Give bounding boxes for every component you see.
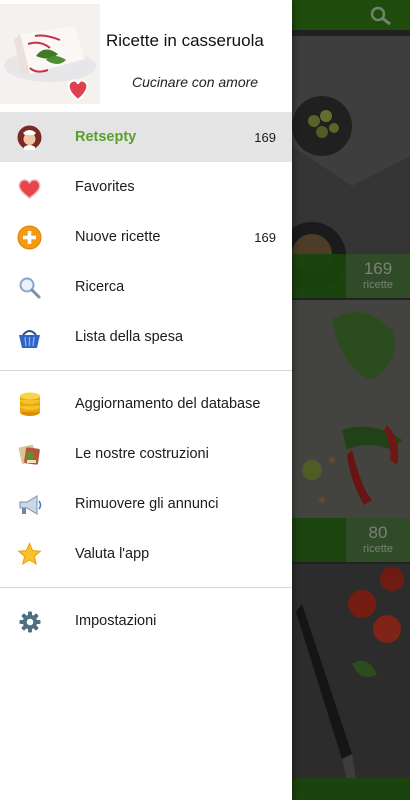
menu-label: Nuove ricette	[75, 229, 161, 245]
menu-label: Ricerca	[75, 279, 125, 295]
settings-menu: Impostazioni	[0, 596, 292, 646]
menu-label: Lista della spesa	[75, 329, 184, 345]
menu-label: Aggiornamento del database	[75, 396, 261, 412]
menu-label: Favorites	[75, 179, 135, 195]
gear-icon	[17, 609, 42, 634]
menu-label: Rimuovere gli annunci	[75, 496, 219, 512]
menu-item-new-recipes[interactable]: Nuove ricette 169	[0, 212, 292, 262]
chef-avatar-icon	[17, 125, 42, 150]
magnifier-icon	[17, 275, 42, 300]
menu-item-recipes[interactable]: Retsepty 169	[0, 112, 292, 162]
main-menu: Retsepty 169 Favorites Nuove ricette 169	[0, 112, 292, 362]
navigation-drawer: Ricette in casseruola Cucinare con amore…	[0, 0, 292, 800]
menu-item-update-database[interactable]: Aggiornamento del database	[0, 379, 292, 429]
menu-item-remove-ads[interactable]: Rimuovere gli annunci	[0, 479, 292, 529]
megaphone-icon	[17, 492, 42, 517]
menu-label: Impostazioni	[75, 613, 157, 629]
star-icon	[17, 542, 42, 567]
menu-item-settings[interactable]: Impostazioni	[0, 596, 292, 646]
menu-divider	[0, 587, 292, 588]
menu-label: Le nostre costruzioni	[75, 446, 209, 462]
app-title: Ricette in casseruola	[106, 31, 264, 50]
drawer-header: Ricette in casseruola Cucinare con amore	[0, 0, 292, 112]
menu-count: 169	[254, 229, 276, 245]
menu-item-shopping-list[interactable]: Lista della spesa	[0, 312, 292, 362]
menu-item-favorites[interactable]: Favorites	[0, 162, 292, 212]
database-icon	[17, 392, 42, 417]
app-subtitle: Cucinare con amore	[132, 74, 259, 90]
menu-item-rate-app[interactable]: Valuta l'app	[0, 529, 292, 579]
menu-label: Retsepty	[75, 129, 137, 145]
secondary-menu: Aggiornamento del database Le nostre cos…	[0, 379, 292, 579]
menu-count: 169	[254, 129, 276, 145]
shopping-basket-icon	[17, 325, 42, 350]
menu-item-search[interactable]: Ricerca	[0, 262, 292, 312]
app-logo	[0, 4, 100, 104]
plus-circle-icon	[17, 225, 42, 250]
menu-item-our-apps[interactable]: Le nostre costruzioni	[0, 429, 292, 479]
apps-icon	[17, 442, 42, 467]
menu-label: Valuta l'app	[75, 546, 150, 562]
heart-icon	[17, 175, 42, 200]
menu-divider	[0, 370, 292, 371]
